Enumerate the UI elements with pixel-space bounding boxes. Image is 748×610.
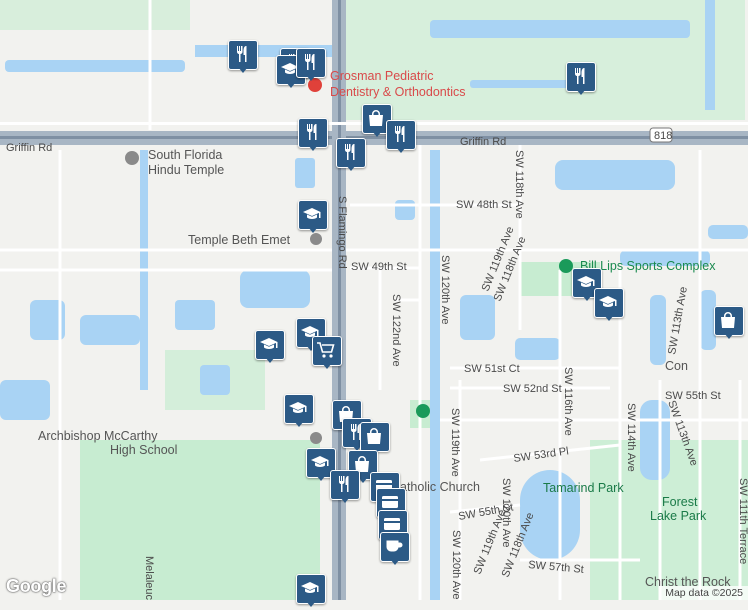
map-canvas[interactable] xyxy=(0,0,748,600)
map-attribution[interactable]: Map data ©2025 xyxy=(660,586,748,600)
park-areas xyxy=(0,0,748,600)
map-marker-school[interactable] xyxy=(255,330,285,366)
map-marker-school[interactable] xyxy=(296,574,326,610)
map-marker-school[interactable] xyxy=(284,394,314,430)
map-marker-restaurant[interactable] xyxy=(336,138,366,174)
map-marker-restaurant[interactable] xyxy=(386,120,416,156)
map-marker-school[interactable] xyxy=(298,200,328,236)
map-marker-restaurant[interactable] xyxy=(330,470,360,506)
map-marker-restaurant[interactable] xyxy=(228,40,258,76)
map-marker-school[interactable] xyxy=(594,288,624,324)
map-marker-coffee[interactable] xyxy=(380,532,410,568)
map-marker-restaurant[interactable] xyxy=(296,48,326,84)
map-marker-restaurant[interactable] xyxy=(298,118,328,154)
google-logo: Google xyxy=(6,576,67,596)
map-marker-restaurant[interactable] xyxy=(566,62,596,98)
map-marker-shopping-cart[interactable] xyxy=(312,336,342,372)
map-marker-shopping-bag[interactable] xyxy=(714,306,744,342)
